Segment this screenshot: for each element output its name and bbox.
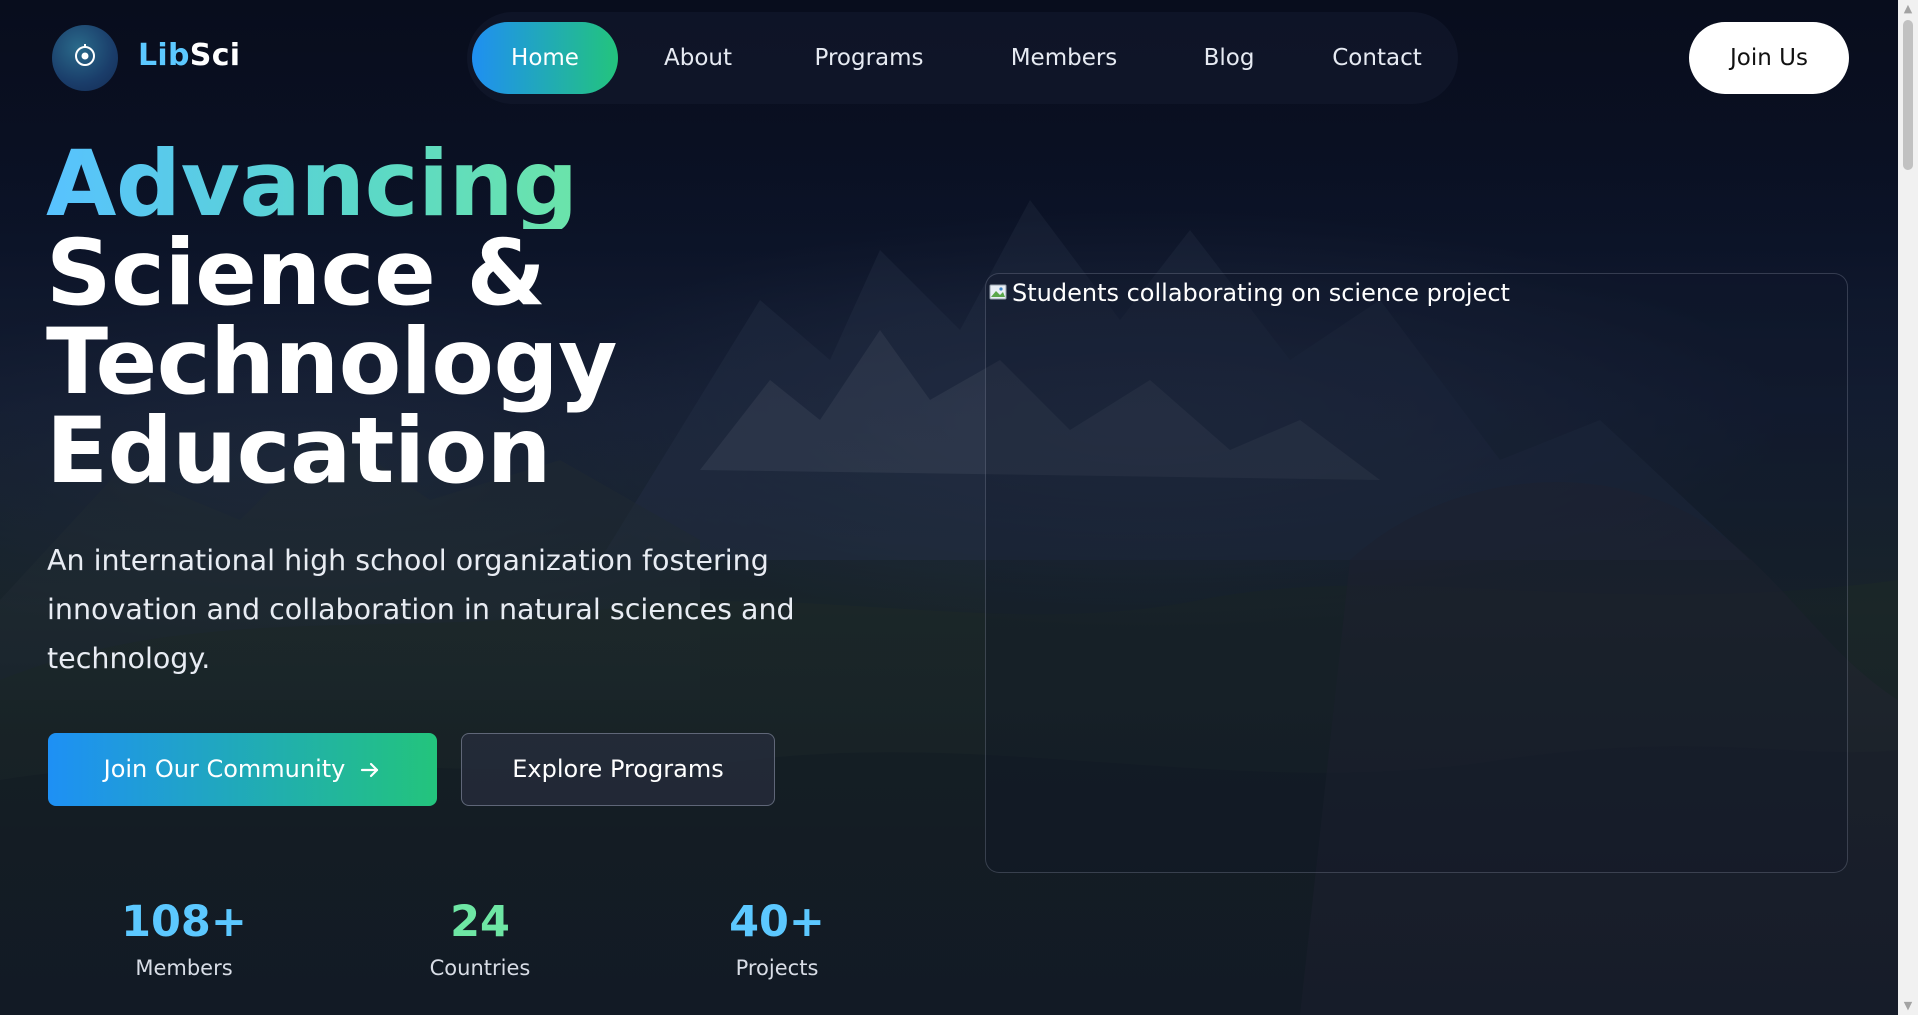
stat-value: 40+ <box>729 897 825 947</box>
scrollbar-thumb[interactable] <box>1903 20 1913 170</box>
hero-title: Advancing Science & Technology Education <box>46 139 617 504</box>
stat-label: Countries <box>429 956 531 980</box>
hero-image: Students collaborating on science projec… <box>988 276 1510 310</box>
brand-name[interactable]: LibSci <box>138 38 240 73</box>
broken-image-icon <box>989 284 1007 300</box>
stat-label: Projects <box>735 956 819 980</box>
hero-title-accent: Advancing <box>46 139 617 230</box>
hero-image-alt-text: Students collaborating on science projec… <box>1012 279 1510 307</box>
brand-suffix: Sci <box>189 38 241 73</box>
explore-programs-button[interactable]: Explore Programs <box>461 733 775 806</box>
nav-item-members[interactable]: Members <box>985 22 1143 94</box>
brand-prefix: Lib <box>138 38 190 73</box>
scroll-down-icon[interactable]: ▼ <box>1898 997 1918 1015</box>
hero-title-line-2: Technology <box>46 310 617 415</box>
page-scrollbar[interactable]: ▲ ▼ <box>1898 0 1918 1015</box>
hero-title-line-1: Science & <box>46 221 546 326</box>
logo-icon[interactable] <box>52 25 118 91</box>
stat-projects: 40+ Projects <box>667 895 887 983</box>
arrow-right-icon <box>361 762 379 777</box>
circle-target-icon <box>75 44 95 66</box>
join-community-button[interactable]: Join Our Community <box>48 733 437 806</box>
join-community-label: Join Our Community <box>103 755 346 783</box>
hero-title-line-3: Education <box>46 399 551 504</box>
stat-value: 24 <box>450 897 510 947</box>
join-us-button[interactable]: Join Us <box>1689 22 1849 94</box>
stat-value: 108+ <box>121 897 247 947</box>
nav-item-contact[interactable]: Contact <box>1309 22 1445 94</box>
stat-countries: 24 Countries <box>370 895 590 983</box>
nav-item-home[interactable]: Home <box>472 22 618 94</box>
scroll-up-icon[interactable]: ▲ <box>1898 0 1918 18</box>
hero-image-card: Students collaborating on science projec… <box>985 273 1848 873</box>
nav-item-about[interactable]: About <box>643 22 753 94</box>
stat-label: Members <box>135 956 233 980</box>
nav-item-programs[interactable]: Programs <box>789 22 949 94</box>
hero-subtitle: An international high school organizatio… <box>47 544 795 675</box>
stat-members: 108+ Members <box>74 895 294 983</box>
main-nav: Home About Programs Members Blog Contact <box>467 12 1458 104</box>
nav-item-blog[interactable]: Blog <box>1179 22 1279 94</box>
